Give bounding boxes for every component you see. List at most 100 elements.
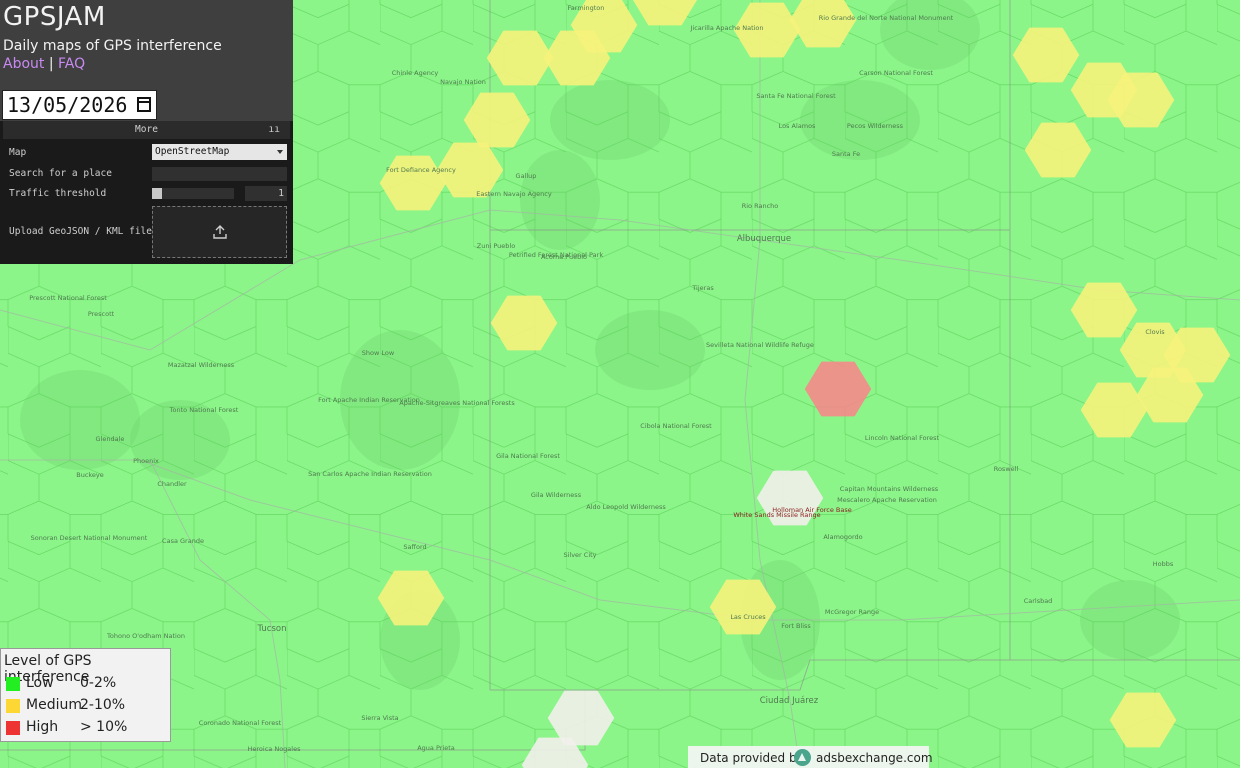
place-label: Tucson [257, 624, 287, 634]
place-label: Coronado National Forest [199, 719, 282, 727]
upload-dropzone[interactable] [152, 206, 287, 258]
place-label: Prescott [88, 310, 115, 318]
place-label: Carson National Forest [859, 69, 933, 77]
threshold-slider-handle[interactable] [152, 188, 162, 199]
place-label: McGregor Range [825, 608, 879, 616]
about-link[interactable]: About [3, 56, 44, 72]
legend-range-medium: 2-10% [80, 697, 126, 713]
place-label: Hobbs [1153, 560, 1174, 568]
place-label: Gila Wilderness [531, 491, 582, 499]
legend-name-low: Low [26, 675, 54, 691]
more-panel-toggle[interactable]: More ıı [3, 121, 290, 139]
place-label: Lincoln National Forest [865, 434, 940, 442]
place-label: Ciudad Juárez [760, 696, 819, 706]
link-separator: | [48, 56, 54, 72]
faq-link[interactable]: FAQ [58, 56, 85, 72]
place-label: Prescott National Forest [29, 294, 107, 302]
place-label: Farmington [568, 4, 605, 12]
controls-panel: More ıı Map OpenStreetMap Search for a p… [0, 121, 293, 264]
legend-range-low: 0-2% [80, 675, 117, 691]
place-label: Tijeras [691, 284, 714, 292]
map-label: Map [9, 147, 27, 158]
place-label: Los Alamos [779, 122, 816, 130]
place-label: Santa Fe National Forest [756, 92, 836, 100]
place-label: Pecos Wilderness [847, 122, 904, 130]
map-select-value: OpenStreetMap [155, 146, 230, 157]
place-label: Fort Bliss [781, 622, 811, 630]
page-subtitle: Daily maps of GPS interference [3, 38, 222, 54]
adsbexchange-logo-icon[interactable] [794, 749, 811, 766]
search-input[interactable] [152, 167, 287, 181]
place-label: Sevilleta National Wildlife Refuge [706, 341, 814, 349]
place-label: Sierra Vista [361, 714, 398, 722]
site-header: GPSJAM Daily maps of GPS interference Ab… [0, 0, 293, 122]
place-label: Roswell [994, 465, 1019, 473]
place-label: Heroica Nogales [248, 745, 302, 753]
header-links: About | FAQ [3, 56, 85, 72]
place-label: Jicarilla Apache Nation [689, 24, 763, 32]
legend-swatch-low [6, 677, 20, 691]
place-label: Silver City [563, 551, 596, 559]
date-value: 13/05/2026 [7, 93, 128, 117]
place-label: San Carlos Apache Indian Reservation [308, 470, 432, 478]
place-label: Phoenix [133, 457, 159, 465]
place-label: Cibola National Forest [640, 422, 712, 430]
place-label: Acoma Pueblo [541, 253, 587, 261]
place-label: Clovis [1145, 328, 1165, 336]
upload-icon [212, 225, 227, 239]
upload-label: Upload GeoJSON / KML file [9, 226, 152, 237]
search-label: Search for a place [9, 168, 112, 179]
legend-swatch-high [6, 721, 20, 735]
legend-item-high: High > 10% [6, 718, 166, 736]
place-label: Eastern Navajo Agency [476, 190, 552, 198]
threshold-slider[interactable] [152, 188, 234, 199]
place-label: Chandler [157, 480, 187, 488]
legend-item-low: Low 0-2% [6, 674, 166, 692]
place-label: Mescalero Apache Reservation [837, 496, 937, 504]
legend-name-medium: Medium [26, 697, 82, 713]
attribution: Data provided by adsbexchange.com [688, 746, 933, 768]
panel-title: More [135, 124, 158, 135]
place-label: Glendale [96, 435, 125, 443]
attribution-prefix: Data provided by [700, 751, 804, 765]
place-label: Zuni Pueblo [477, 242, 515, 250]
place-label: Tohono O'odham Nation [106, 632, 185, 640]
place-label: Gila National Forest [496, 452, 560, 460]
place-label: Capitan Mountains Wilderness [840, 485, 939, 493]
legend-swatch-medium [6, 699, 20, 713]
place-label: Buckeye [76, 471, 104, 479]
place-label: Show Low [362, 349, 395, 357]
place-label: Tonto National Forest [169, 406, 239, 414]
place-label: Santa Fe [832, 150, 860, 158]
date-input[interactable]: 13/05/2026 [2, 90, 157, 120]
threshold-label: Traffic threshold [9, 188, 107, 199]
place-label: Gallup [516, 172, 537, 180]
place-label: Navajo Nation [440, 78, 486, 86]
calendar-icon[interactable] [137, 97, 151, 112]
legend-item-medium: Medium 2-10% [6, 696, 166, 714]
place-label: Apache-Sitgreaves National Forests [399, 399, 515, 407]
pause-icon[interactable]: ıı [269, 121, 280, 139]
legend: Level of GPS interference Low 0-2% Mediu… [0, 648, 171, 742]
place-label: Las Cruces [730, 613, 766, 621]
place-label: Casa Grande [162, 537, 204, 545]
place-label: Albuquerque [737, 234, 791, 244]
place-label: Rio Grande del Norte National Monument [819, 14, 954, 22]
place-label: Agua Prieta [417, 744, 455, 752]
legend-range-high: > 10% [80, 719, 128, 735]
attribution-link[interactable]: adsbexchange.com [816, 751, 933, 765]
place-label: Aldo Leopold Wilderness [586, 503, 666, 511]
place-label: Sonoran Desert National Monument [31, 534, 148, 542]
place-label: Holloman Air Force Base [772, 506, 851, 514]
threshold-value-input[interactable]: 1 [245, 186, 287, 201]
map-select[interactable]: OpenStreetMap [152, 144, 287, 160]
place-label: Safford [403, 543, 426, 551]
legend-name-high: High [26, 719, 59, 735]
page-title: GPSJAM [3, 2, 106, 32]
place-label: Rio Rancho [742, 202, 779, 210]
place-label: Fort Defiance Agency [386, 166, 456, 174]
place-label: Alamogordo [823, 533, 862, 541]
place-label: Carlsbad [1024, 597, 1053, 605]
place-label: Chinle Agency [392, 69, 439, 77]
place-label: Mazatzal Wilderness [168, 361, 235, 369]
